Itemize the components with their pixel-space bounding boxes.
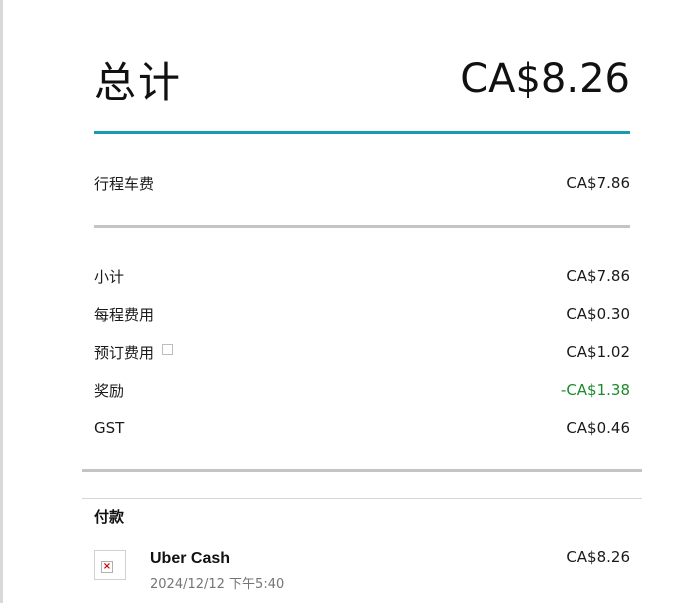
- breakdown-amount: CA$0.46: [566, 419, 630, 437]
- payment-row: × Uber Cash 2024/12/12 下午5:40 CA$8.26: [94, 546, 630, 594]
- breakdown-label: GST: [94, 419, 125, 437]
- breakdown-label-wrap: 预订费用: [94, 342, 174, 363]
- breakdown-label: 奖励: [94, 381, 125, 400]
- total-row: 总计 CA$8.26: [94, 44, 630, 114]
- left-border: [0, 0, 3, 603]
- total-label: 总计: [94, 57, 183, 107]
- breakdown-label: 每程费用: [94, 305, 155, 324]
- breakdown-amount: CA$0.30: [566, 305, 630, 323]
- broken-image-icon: ×: [101, 561, 113, 573]
- payment-datetime: 2024/12/12 下午5:40: [150, 577, 285, 592]
- fare-label: 行程车费: [94, 174, 155, 193]
- breakdown-row-gst: GST CA$0.46: [94, 416, 630, 440]
- breakdown-row-subtotal: 小计 CA$7.86: [94, 264, 630, 288]
- total-amount: CA$8.26: [460, 56, 630, 102]
- info-icon[interactable]: [162, 343, 174, 355]
- payment-method-name: Uber Cash: [150, 550, 231, 567]
- payment-heading: 付款: [94, 508, 125, 526]
- fare-row: 行程车费 CA$7.86: [94, 171, 630, 195]
- breakdown-divider: [82, 469, 642, 472]
- breakdown-row-per-trip-fee: 每程费用 CA$0.30: [94, 302, 630, 326]
- fare-amount: CA$7.86: [566, 174, 630, 192]
- breakdown-row-booking-fee: 预订费用 CA$1.02: [94, 340, 630, 364]
- payment-amount: CA$8.26: [566, 548, 630, 566]
- payment-divider: [82, 498, 642, 499]
- breakdown-amount-negative: -CA$1.38: [560, 381, 630, 399]
- breakdown-amount: CA$1.02: [566, 343, 630, 361]
- breakdown-label: 预订费用: [94, 343, 155, 362]
- breakdown-amount: CA$7.86: [566, 267, 630, 285]
- payment-method-logo: ×: [94, 550, 126, 580]
- breakdown-row-rewards: 奖励 -CA$1.38: [94, 378, 630, 402]
- breakdown-label: 小计: [94, 267, 125, 286]
- total-divider: [94, 131, 630, 134]
- fare-divider: [94, 225, 630, 228]
